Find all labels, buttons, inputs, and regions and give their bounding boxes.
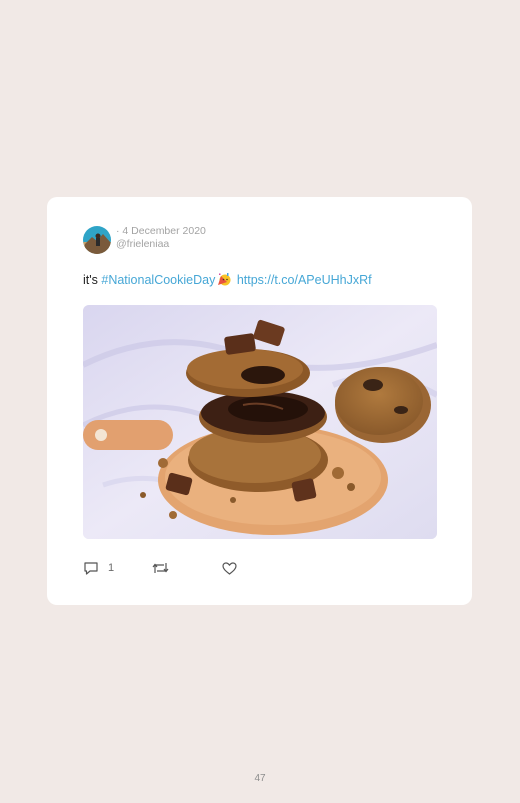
- date-separator: ·: [116, 225, 120, 237]
- tweet-text: it's #NationalCookieDay https://t.co/APe…: [83, 272, 372, 287]
- reply-button[interactable]: 1: [83, 561, 114, 576]
- tweet-date[interactable]: 4 December 2020: [122, 225, 205, 237]
- page-number: 47: [254, 773, 266, 784]
- avatar[interactable]: [83, 226, 111, 254]
- retweet-icon: [152, 561, 169, 575]
- tweet-meta: · 4 December 2020 @frieleniaa: [116, 225, 206, 251]
- heart-icon: [222, 561, 237, 575]
- user-handle[interactable]: @frieleniaa: [116, 238, 206, 251]
- tweet-url-link[interactable]: https://t.co/APeUHhJxRf: [237, 273, 372, 287]
- party-face-emoji-icon: [217, 272, 231, 286]
- tweet-actions: 1: [83, 560, 237, 576]
- like-button[interactable]: [222, 561, 237, 575]
- tweet-card: · 4 December 2020 @frieleniaa it's #Nati…: [47, 197, 472, 605]
- reply-count: 1: [108, 562, 115, 574]
- retweet-button[interactable]: [152, 561, 169, 575]
- cookie-stack-photo[interactable]: [83, 305, 437, 539]
- reply-icon: [83, 561, 99, 576]
- hashtag-link[interactable]: #NationalCookieDay: [101, 273, 215, 287]
- tweet-text-prefix: it's: [83, 273, 98, 287]
